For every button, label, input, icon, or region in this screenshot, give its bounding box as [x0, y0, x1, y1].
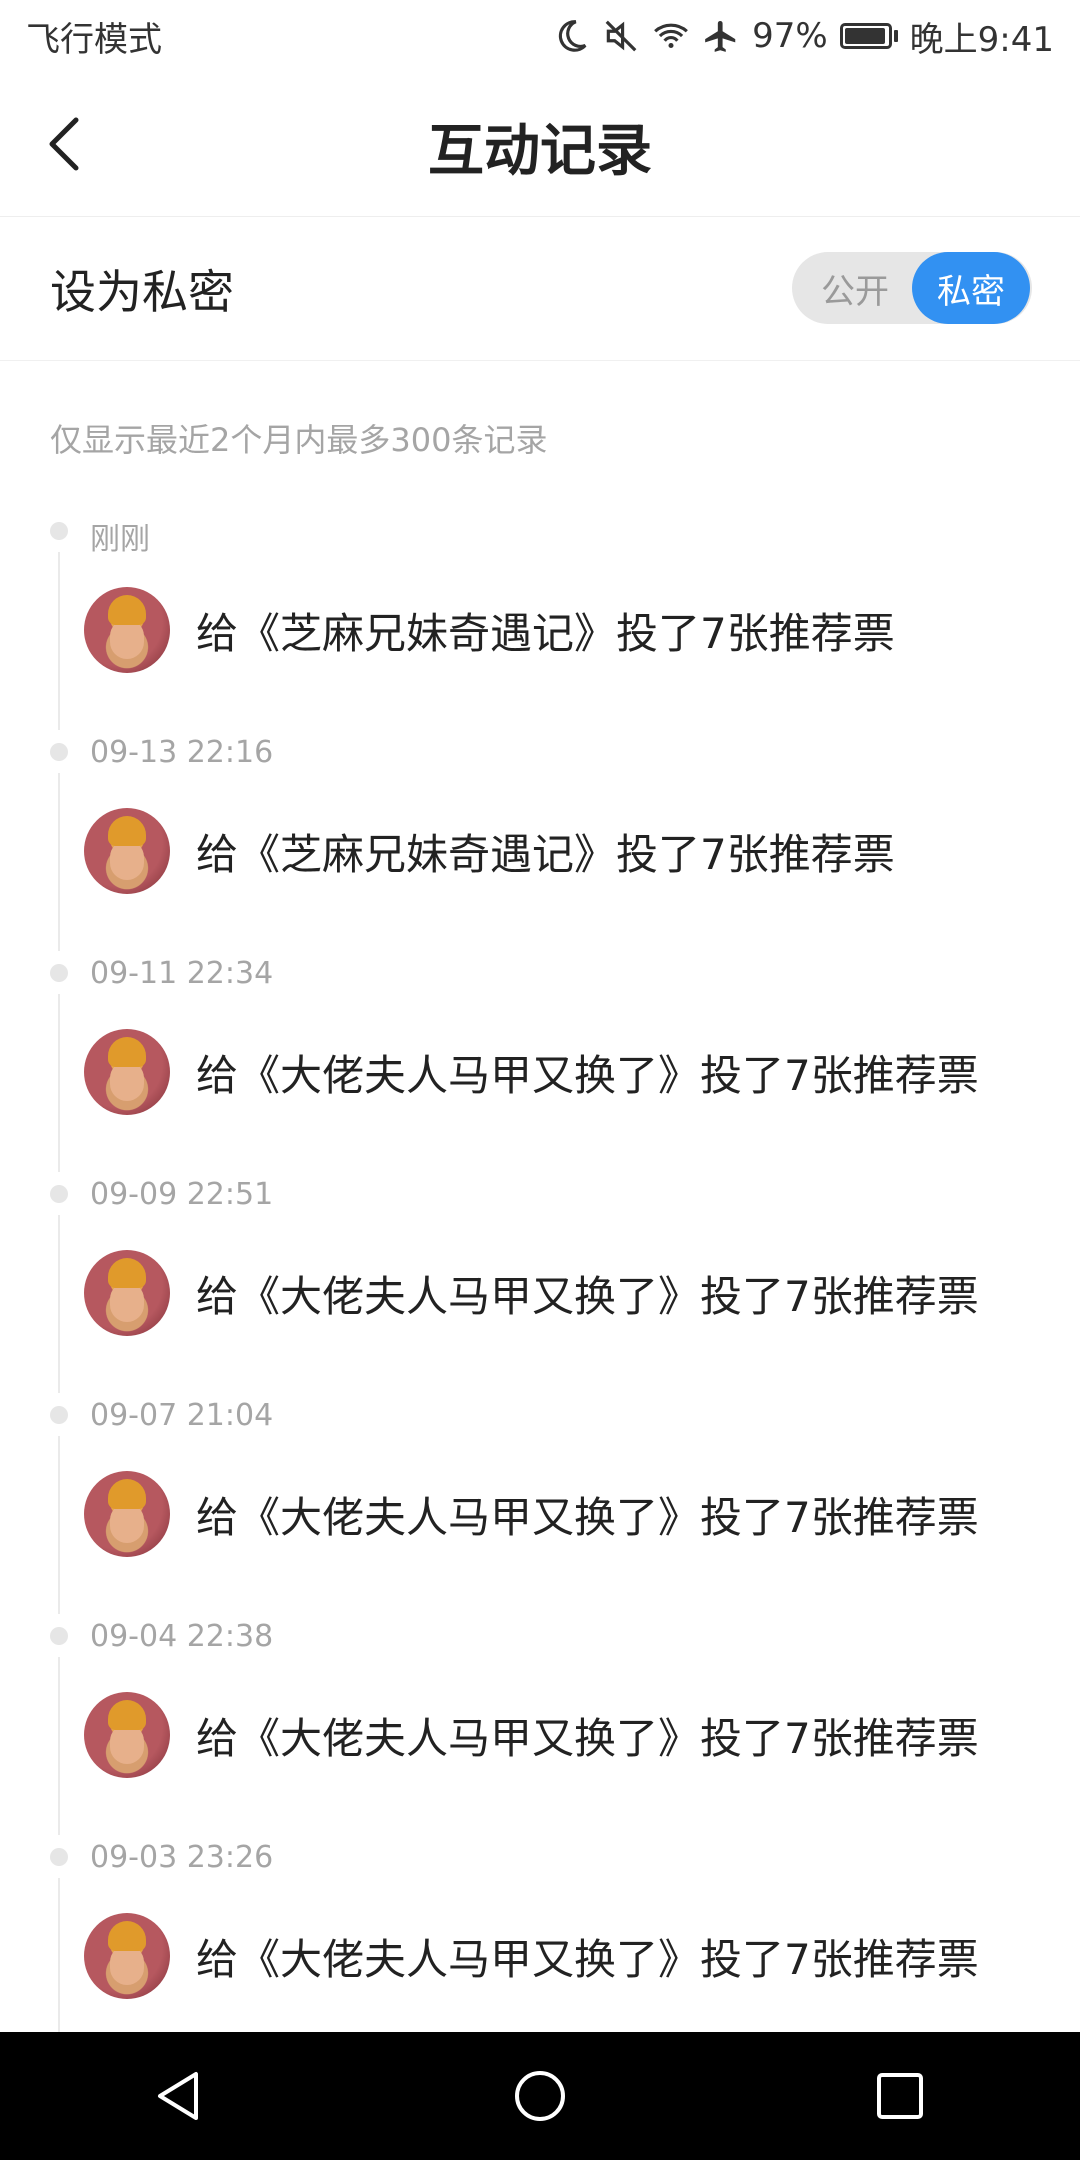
privacy-label: 设为私密 [50, 265, 234, 319]
record-text: 给《大佬夫人马甲又换了》投了7张推荐票 [196, 1050, 979, 1100]
avatar [84, 808, 170, 894]
privacy-toggle[interactable]: 公开 私密 [792, 252, 1032, 324]
privacy-row: 设为私密 公开 私密 [0, 216, 1080, 361]
record-text: 给《大佬夫人马甲又换了》投了7张推荐票 [196, 1492, 979, 1542]
timeline-dot [50, 1848, 68, 1866]
moon-icon [558, 20, 587, 52]
battery-icon [839, 23, 898, 49]
list-item[interactable]: 给《大佬夫人马甲又换了》投了7张推荐票 [84, 1911, 979, 2001]
record-time: 09-13 22:16 [90, 735, 274, 770]
avatar [84, 1692, 170, 1778]
toggle-public-option[interactable]: 公开 [796, 252, 914, 324]
timeline-dot [50, 1627, 68, 1645]
mute-icon [605, 20, 637, 52]
list-item[interactable]: 给《大佬夫人马甲又换了》投了7张推荐票 [84, 1248, 979, 1338]
list-item[interactable]: 给《大佬夫人马甲又换了》投了7张推荐票 [84, 1690, 979, 1780]
record-text: 给《大佬夫人马甲又换了》投了7张推荐票 [196, 1271, 979, 1321]
avatar [84, 1913, 170, 1999]
toggle-private-option[interactable]: 私密 [912, 252, 1030, 324]
nav-recents-icon [877, 2073, 923, 2119]
wifi-icon [654, 23, 688, 49]
timeline-dot [50, 743, 68, 761]
status-time: 晚上9:41 [909, 19, 1054, 60]
avatar [84, 587, 170, 673]
record-time: 刚刚 [90, 522, 150, 557]
list-item[interactable]: 给《芝麻兄妹奇遇记》投了7张推荐票 [84, 585, 895, 675]
timeline-line [58, 552, 60, 730]
record-text: 给《大佬夫人马甲又换了》投了7张推荐票 [196, 1713, 979, 1763]
record-text: 给《芝麻兄妹奇遇记》投了7张推荐票 [196, 608, 895, 658]
timeline-line [58, 1436, 60, 1614]
timeline-line [58, 1878, 60, 2032]
record-time: 09-11 22:34 [90, 956, 274, 991]
status-mode-text: 飞行模式 [26, 19, 162, 60]
header: 互动记录 [0, 72, 1080, 217]
status-bar: 飞行模式 97% 晚上9:41 [0, 0, 1080, 72]
status-icons: 97% 晚上9:41 [552, 12, 1054, 61]
nav-back-button[interactable] [130, 2046, 230, 2146]
timeline-dot [50, 964, 68, 982]
record-time: 09-07 21:04 [90, 1398, 274, 1433]
airplane-icon [705, 20, 736, 52]
record-time: 09-03 23:26 [90, 1840, 274, 1875]
list-item[interactable]: 给《大佬夫人马甲又换了》投了7张推荐票 [84, 1469, 979, 1559]
timeline-line [58, 1657, 60, 1835]
timeline-line [58, 773, 60, 951]
nav-home-button[interactable] [490, 2046, 590, 2146]
list-item[interactable]: 给《大佬夫人马甲又换了》投了7张推荐票 [84, 1027, 979, 1117]
record-time: 09-04 22:38 [90, 1619, 274, 1654]
record-text: 给《芝麻兄妹奇遇记》投了7张推荐票 [196, 829, 895, 879]
avatar [84, 1250, 170, 1336]
nav-recents-button[interactable] [850, 2046, 950, 2146]
timeline-dot [50, 1406, 68, 1424]
page-title: 互动记录 [428, 118, 652, 184]
avatar [84, 1029, 170, 1115]
timeline-line [58, 994, 60, 1172]
records-notice: 仅显示最近2个月内最多300条记录 [50, 421, 548, 459]
system-nav-bar [0, 2032, 1080, 2160]
timeline-dot [50, 522, 68, 540]
record-text: 给《大佬夫人马甲又换了》投了7张推荐票 [196, 1934, 979, 1984]
list-item[interactable]: 给《芝麻兄妹奇遇记》投了7张推荐票 [84, 806, 895, 896]
nav-back-icon [158, 2072, 198, 2120]
timeline-line [58, 1215, 60, 1393]
avatar [84, 1471, 170, 1557]
battery-percent: 97% [752, 16, 828, 56]
record-time: 09-09 22:51 [90, 1177, 274, 1212]
nav-home-icon [515, 2071, 565, 2121]
timeline-dot [50, 1185, 68, 1203]
